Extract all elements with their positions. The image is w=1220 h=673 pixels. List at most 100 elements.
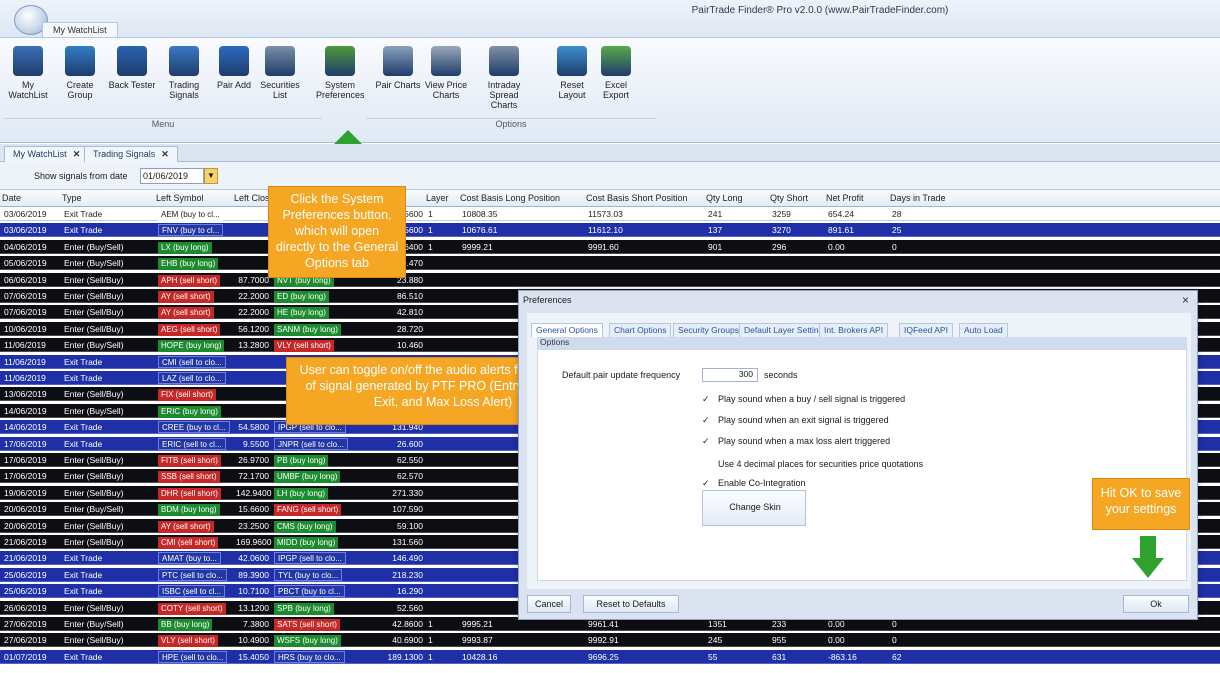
table-cell-date: 05/06/2019 (4, 258, 47, 269)
table-row[interactable]: 27/06/2019 Enter (Sell/Buy) VLY (sell shor… (0, 633, 1220, 648)
ribbon-button-pair-add[interactable]: Pair Add (210, 46, 258, 90)
table-cell-np: 891.61 (828, 225, 854, 236)
symbol-badge: SPB (buy long) (274, 602, 334, 615)
close-icon[interactable]: ✕ (73, 149, 81, 159)
filter-bar: Show signals from date 01/06/2019 ▼ (0, 162, 1220, 190)
table-cell-rs: VLY (sell short) (272, 338, 350, 353)
table-cell-ls: FNV (buy to cl... (156, 223, 234, 237)
column-header[interactable]: Date (2, 193, 21, 203)
table-cell-type: Enter (Sell/Buy) (64, 602, 124, 613)
table-row[interactable]: 06/06/2019 Enter (Sell/Buy) APH (sell shor… (0, 272, 1220, 287)
ribbon-button-pair-charts[interactable]: Pair Charts (374, 46, 422, 90)
column-header[interactable]: Days in Trade (890, 193, 946, 203)
table-row[interactable]: 04/06/2019Enter (Buy/Sell)LX (buy long)(… (0, 239, 1220, 254)
tab-iqfeed-api[interactable]: IQFeed API (899, 323, 953, 337)
ribbon-button-system-preferences[interactable]: System Preferences (316, 46, 365, 100)
table-cell-rs: HRS (buy to clo... (272, 650, 350, 664)
tab-my-watchlist[interactable]: My WatchList ✕ (4, 146, 90, 162)
symbol-badge: HRS (buy to clo... (274, 650, 345, 663)
tab-security-groups[interactable]: Security Groups (673, 323, 744, 337)
tab-int-brokers-api[interactable]: Int. Brokers API (819, 323, 889, 337)
pair-charts-icon (383, 46, 413, 76)
ribbon-button-view-price-charts[interactable]: View Price Charts (422, 46, 470, 100)
title-bar: PairTrade Finder® Pro v2.0.0 (www.PairTr… (0, 0, 1220, 38)
checkmark-icon[interactable]: ✓ (702, 436, 712, 446)
table-cell-rs: TYL (buy to clo... (272, 568, 350, 582)
ribbon-button-label: Trading Signals (168, 80, 200, 100)
table-cell-type: Enter (Sell/Buy) (64, 307, 124, 318)
option-checkbox[interactable]: ✓ Play sound when a max loss alert trigge… (702, 436, 890, 446)
pair-add-icon (219, 46, 249, 76)
table-cell-rc: 59.100 (397, 520, 423, 531)
column-header[interactable]: Net Profit (826, 193, 864, 203)
close-icon[interactable]: × (1182, 293, 1189, 307)
option-checkbox[interactable]: Use 4 decimal places for securities pric… (702, 457, 923, 469)
ribbon-button-excel-export[interactable]: Excel Export (592, 46, 640, 100)
option-checkbox[interactable]: ✓ Enable Co-Integration (702, 478, 806, 488)
symbol-badge: AMAT (buy to... (158, 552, 221, 565)
table-cell-ls: COTY (sell short) (156, 601, 234, 615)
option-checkbox[interactable]: ✓ Play sound when a buy / sell signal is … (702, 394, 905, 404)
table-cell-lc: 13.2800 (238, 340, 269, 351)
column-header[interactable]: Qty Short (770, 193, 808, 203)
ribbon-button-trading-signals[interactable]: Trading Signals (160, 46, 208, 100)
date-input[interactable]: 01/06/2019 (140, 168, 204, 184)
date-dropdown-chevron-down-icon[interactable]: ▼ (204, 168, 218, 184)
table-cell-date: 06/06/2019 (4, 274, 47, 285)
table-cell-type: Exit Trade (64, 651, 103, 662)
option-checkbox[interactable]: ✓ Play sound when an exit signal is trigg… (702, 415, 889, 425)
reset-defaults-button[interactable]: Reset to Defaults (583, 595, 679, 613)
table-cell-rc: 10.460 (397, 340, 423, 351)
table-cell-ls: LAZ (sell to clo... (156, 371, 234, 385)
option-checkbox-label: Play sound when a buy / sell signal is t… (718, 394, 906, 404)
tab-auto-load[interactable]: Auto Load (959, 323, 1008, 337)
ribbon-button-backtester[interactable]: Back Tester (108, 46, 156, 90)
column-header[interactable]: Cost Basis Long Position (460, 193, 560, 203)
table-cell-date: 21/06/2019 (4, 553, 47, 564)
table-cell-qs (770, 273, 826, 287)
table-cell-rc: 52.560 (397, 602, 423, 613)
checkbox-empty-icon[interactable] (702, 457, 712, 467)
table-cell-lc: 7.3800 (243, 619, 269, 629)
tab-chart-options[interactable]: Chart Options (609, 323, 672, 337)
table-cell-rc: 62.570 (397, 471, 423, 482)
table-cell-ls: LX (buy long) (156, 240, 234, 254)
symbol-badge: LX (buy long) (158, 241, 212, 254)
checkmark-icon[interactable]: ✓ (702, 478, 712, 488)
column-header[interactable]: Layer (426, 193, 449, 203)
table-cell-ls: ERIC (buy long) (156, 404, 234, 418)
table-cell-days (890, 273, 950, 287)
table-cell-ql (706, 256, 770, 270)
tab-general-options[interactable]: General Options (531, 323, 603, 337)
table-cell-type: Enter (Sell/Buy) (64, 471, 124, 482)
cancel-button[interactable]: Cancel (527, 595, 571, 613)
checkmark-icon[interactable]: ✓ (702, 415, 712, 425)
table-row[interactable]: 01/07/2019 Exit Trade HPE (sell to clo... 1… (0, 649, 1220, 664)
ribbon-button-reset-layout[interactable]: Reset Layout (548, 46, 596, 100)
column-header[interactable]: Type (62, 193, 82, 203)
change-skin-button[interactable]: Change Skin (702, 490, 806, 526)
ribbon-button-create-group[interactable]: Create Group (56, 46, 104, 100)
ribbon-tab-watchlist[interactable]: My WatchList (42, 22, 118, 37)
table-row[interactable]: 03/06/2019Exit TradeFNV (buy to cl...(se… (0, 223, 1220, 238)
ribbon-button-watchlist[interactable]: My WatchList (4, 46, 52, 100)
table-cell-ls: APH (sell short) (156, 273, 234, 287)
column-header[interactable]: Left Symbol (156, 193, 204, 203)
table-cell-ls: PTC (sell to clo... (156, 568, 234, 582)
table-cell-layer (426, 601, 460, 615)
table-row[interactable]: 03/06/2019 Exit Trade AEM (buy to cl... 3.5… (0, 207, 1220, 221)
symbol-badge: IPGP (sell to clo... (274, 552, 346, 565)
table-row[interactable]: 05/06/2019 Enter (Buy/Sell) EHB (buy long)… (0, 256, 1220, 271)
column-header[interactable]: Qty Long (706, 193, 743, 203)
table-cell-rc: 86.510 (397, 291, 423, 301)
close-icon[interactable]: ✕ (161, 149, 169, 159)
table-cell-qs: 3259 (772, 209, 791, 219)
checkmark-icon[interactable]: ✓ (702, 394, 712, 404)
backtester-icon (117, 46, 147, 76)
ribbon-button-intraday-spread-charts[interactable]: Intraday Spread Charts (480, 46, 528, 110)
ok-button[interactable]: Ok (1123, 595, 1189, 613)
column-header[interactable]: Cost Basis Short Position (586, 193, 688, 203)
ribbon-button-securities-list[interactable]: Securities List (256, 46, 304, 100)
update-frequency-input[interactable]: 300 (702, 368, 758, 382)
tab-trading-signals[interactable]: Trading Signals ✕ (84, 146, 178, 162)
